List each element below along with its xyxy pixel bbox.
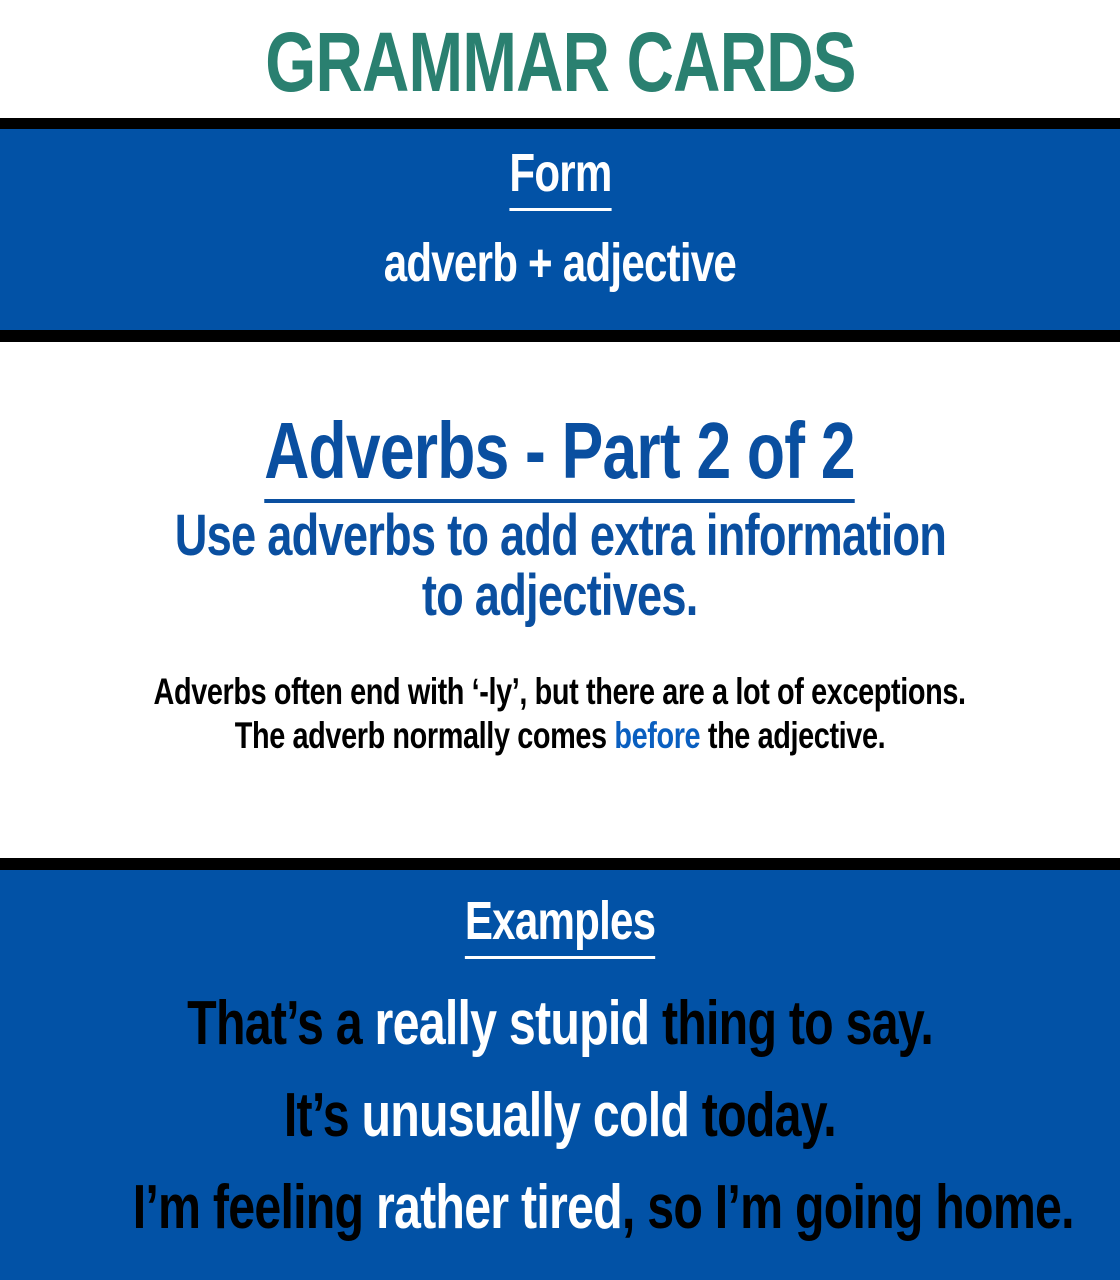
examples-heading: Examples <box>0 890 1120 959</box>
example-sentence: I’m feeling rather tired, so I’m going h… <box>132 1173 1075 1242</box>
divider <box>0 330 1120 342</box>
highlight-word: before <box>614 715 701 756</box>
page-title: GRAMMAR CARDS <box>264 15 856 109</box>
form-text: adverb + adjective <box>383 233 737 293</box>
lesson-note: Adverbs often end with ‘-ly’, but there … <box>153 671 967 756</box>
lesson-subtitle: Use adverbs to add extra information to … <box>174 503 946 628</box>
example-sentence: It’s unusually cold today. <box>283 1081 837 1150</box>
form-heading: Form <box>0 142 1120 211</box>
divider <box>0 118 1120 129</box>
divider <box>0 858 1120 870</box>
example-sentence: That’s a really stupid thing to say. <box>187 989 934 1058</box>
lesson-heading: Adverbs - Part 2 of 2 <box>0 405 1120 503</box>
